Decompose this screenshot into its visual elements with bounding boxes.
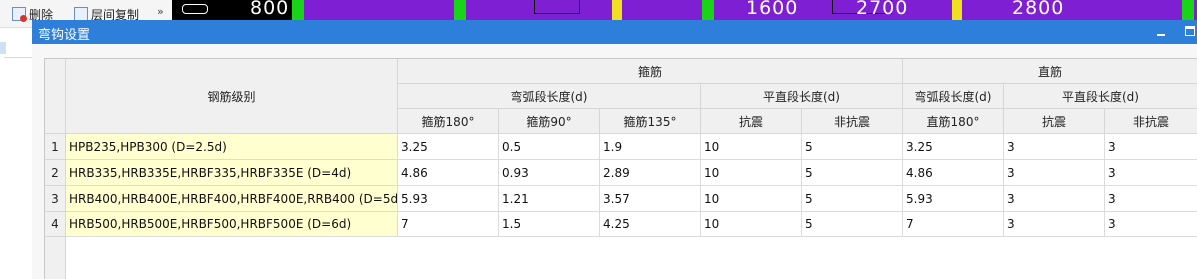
header-straight-flat-length: 平直段长度(d) — [1004, 84, 1197, 109]
header-stirrup: 箍筋 — [398, 59, 903, 84]
cad-dimension-label: 1600 — [746, 0, 799, 19]
copy-icon — [74, 7, 88, 21]
value-cell[interactable]: 5 — [802, 134, 903, 160]
maximize-icon[interactable] — [1185, 26, 1195, 36]
value-cell[interactable]: 10 — [701, 160, 802, 186]
value-cell[interactable]: 1.21 — [499, 186, 600, 212]
minimize-icon[interactable] — [1156, 27, 1166, 37]
cad-shape — [182, 4, 208, 14]
row-number[interactable]: 4 — [45, 212, 66, 237]
grid-empty-area — [45, 237, 1197, 279]
header-stirrup-135[interactable]: 箍筋135° — [600, 109, 701, 134]
cad-column — [612, 0, 622, 20]
value-cell[interactable]: 5 — [802, 186, 903, 212]
header-grade: 钢筋级别 — [66, 59, 398, 134]
grid-corner — [45, 59, 66, 134]
value-cell[interactable]: 5 — [802, 212, 903, 237]
dialog-titlebar[interactable]: 弯钩设置 — [32, 20, 1197, 44]
row-number[interactable]: 3 — [45, 186, 66, 212]
value-cell[interactable]: 5 — [802, 160, 903, 186]
cad-wall — [622, 0, 702, 20]
header-stirrup-non-seismic[interactable]: 非抗震 — [802, 109, 903, 134]
cad-wall — [304, 0, 454, 20]
value-cell[interactable]: 1.5 — [499, 212, 600, 237]
value-cell[interactable]: 2.89 — [600, 160, 701, 186]
header-straight-180[interactable]: 直筋180° — [903, 109, 1004, 134]
cad-column — [292, 0, 304, 20]
value-cell[interactable]: 5.93 — [398, 186, 499, 212]
screen: 删除 层间复制 » 800 1600 2700 2800 弯钩设置 钢筋级别 箍… — [0, 0, 1197, 279]
value-cell[interactable]: 3 — [1004, 186, 1105, 212]
value-cell[interactable]: 5.93 — [903, 186, 1004, 212]
header-stirrup-arc-length: 弯弧段长度(d) — [398, 84, 701, 109]
value-cell[interactable]: 3 — [1105, 160, 1197, 186]
value-cell[interactable]: 7 — [903, 212, 1004, 237]
value-cell[interactable]: 10 — [701, 186, 802, 212]
value-cell[interactable]: 7 — [398, 212, 499, 237]
header-stirrup-180[interactable]: 箍筋180° — [398, 109, 499, 134]
value-cell[interactable]: 10 — [701, 212, 802, 237]
tree-selection — [0, 42, 6, 54]
header-stirrup-90[interactable]: 箍筋90° — [499, 109, 600, 134]
grade-cell[interactable]: HRB500,HRB500E,HRBF500,HRBF500E (D=6d) — [66, 212, 398, 237]
value-cell[interactable]: 3 — [1105, 212, 1197, 237]
cad-canvas[interactable]: 800 1600 2700 2800 — [172, 0, 1197, 20]
header-straight-seismic[interactable]: 抗震 — [1004, 109, 1105, 134]
delete-icon — [12, 7, 27, 22]
cad-column — [702, 0, 714, 20]
cad-column — [1182, 0, 1194, 20]
value-cell[interactable]: 3.25 — [903, 134, 1004, 160]
value-cell[interactable]: 0.93 — [499, 160, 600, 186]
grade-cell[interactable]: HRB400,HRB400E,HRBF400,HRBF400E,RRB400 (… — [66, 186, 398, 212]
value-cell[interactable]: 3 — [1105, 134, 1197, 160]
cad-dimension-label: 2800 — [1012, 0, 1065, 19]
header-stirrup-seismic[interactable]: 抗震 — [701, 109, 802, 134]
cad-dimension-label: 800 — [250, 0, 290, 19]
cad-shape — [534, 0, 580, 14]
cad-column — [952, 0, 962, 20]
header-stirrup-flat-length: 平直段长度(d) — [701, 84, 903, 109]
value-cell[interactable]: 4.86 — [903, 160, 1004, 186]
value-cell[interactable]: 3 — [1004, 160, 1105, 186]
hook-settings-dialog: 弯钩设置 钢筋级别 箍筋 直筋 弯弧段长度(d) 平直段长度(d) 弯弧段长度(… — [32, 20, 1197, 279]
value-cell[interactable]: 0.5 — [499, 134, 600, 160]
value-cell[interactable]: 10 — [701, 134, 802, 160]
value-cell[interactable]: 3.57 — [600, 186, 701, 212]
value-cell[interactable]: 4.25 — [600, 212, 701, 237]
row-number[interactable]: 1 — [45, 134, 66, 160]
grade-cell[interactable]: HPB235,HPB300 (D=2.5d) — [66, 134, 398, 160]
row-number[interactable]: 2 — [45, 160, 66, 186]
header-straight-arc-length: 弯弧段长度(d) — [903, 84, 1004, 109]
hook-settings-grid[interactable]: 钢筋级别 箍筋 直筋 弯弧段长度(d) 平直段长度(d) 弯弧段长度(d) 平直… — [44, 58, 1197, 279]
cad-column — [454, 0, 466, 20]
grade-cell[interactable]: HRB335,HRB335E,HRBF335,HRBF335E (D=4d) — [66, 160, 398, 186]
value-cell[interactable]: 3 — [1004, 212, 1105, 237]
value-cell[interactable]: 3.25 — [398, 134, 499, 160]
more-icon[interactable]: » — [157, 5, 164, 18]
value-cell[interactable]: 3 — [1004, 134, 1105, 160]
value-cell[interactable]: 3 — [1105, 186, 1197, 212]
cad-wall — [962, 0, 1197, 20]
value-cell[interactable]: 1.9 — [600, 134, 701, 160]
header-straight: 直筋 — [903, 59, 1197, 84]
row-header-strip — [45, 237, 66, 279]
value-cell[interactable]: 4.86 — [398, 160, 499, 186]
cad-dimension-label: 2700 — [856, 0, 909, 19]
header-straight-non-seismic[interactable]: 非抗震 — [1105, 109, 1197, 134]
dialog-content: 钢筋级别 箍筋 直筋 弯弧段长度(d) 平直段长度(d) 弯弧段长度(d) 平直… — [32, 44, 1197, 279]
dialog-title: 弯钩设置 — [38, 28, 91, 43]
